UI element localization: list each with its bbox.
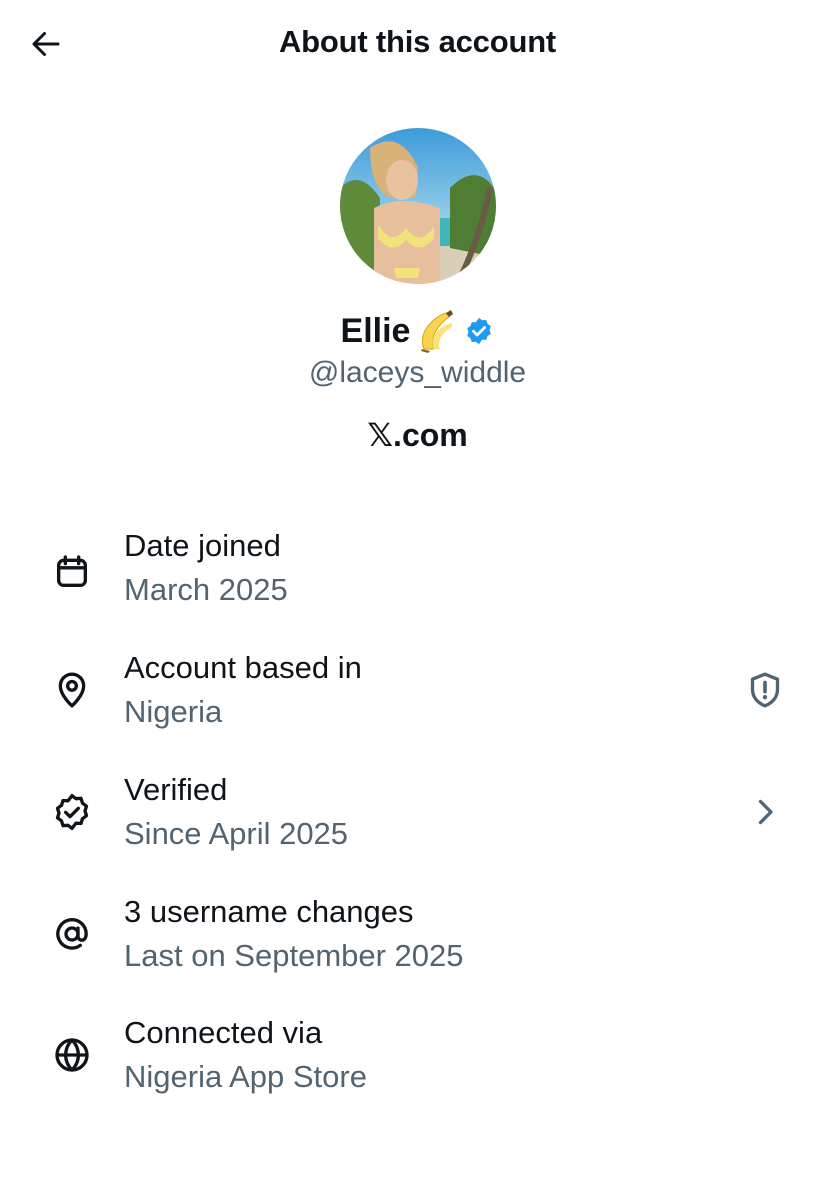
name-row: Ellie (0, 306, 835, 356)
header: About this account (0, 0, 835, 88)
detail-title: Connected via (124, 1015, 323, 1050)
page-title: About this account (278, 24, 557, 59)
shield-alert-icon[interactable] (743, 668, 787, 712)
handle: @laceys_widdle (308, 356, 527, 389)
location-pin-icon (50, 668, 94, 712)
detail-row-username-changes: 3 username changes Last on September 202… (0, 892, 835, 992)
globe-icon (50, 1033, 94, 1077)
calendar-icon (50, 550, 94, 594)
detail-row-account-based-in[interactable]: Account based in Nigeria (0, 648, 835, 748)
banana-emoji (416, 309, 456, 353)
detail-title: Date joined (124, 528, 281, 563)
detail-value: Last on September 2025 (124, 938, 464, 973)
detail-title: Verified (124, 772, 228, 807)
detail-row-connected-via: Connected via Nigeria App Store (0, 1013, 835, 1113)
at-sign-icon (50, 912, 94, 956)
display-name: Ellie (340, 311, 411, 350)
x-logo-icon: 𝕏 (367, 416, 394, 454)
detail-value: Nigeria App Store (124, 1059, 367, 1094)
detail-title: Account based in (124, 650, 362, 685)
detail-value: Since April 2025 (124, 816, 349, 851)
detail-row-verified[interactable]: Verified Since April 2025 (0, 770, 835, 870)
site-suffix: .com (393, 416, 468, 453)
chevron-right-icon[interactable] (743, 790, 787, 834)
detail-row-date-joined: Date joined March 2025 (0, 526, 835, 626)
detail-title: 3 username changes (124, 894, 414, 929)
verified-badge-icon[interactable] (464, 316, 494, 346)
detail-value: March 2025 (124, 572, 288, 607)
detail-value: Nigeria (124, 694, 223, 729)
avatar-photo (340, 128, 496, 284)
site-label: 𝕏 .com (0, 416, 835, 454)
verified-check-icon (50, 790, 94, 834)
avatar[interactable] (340, 128, 496, 284)
